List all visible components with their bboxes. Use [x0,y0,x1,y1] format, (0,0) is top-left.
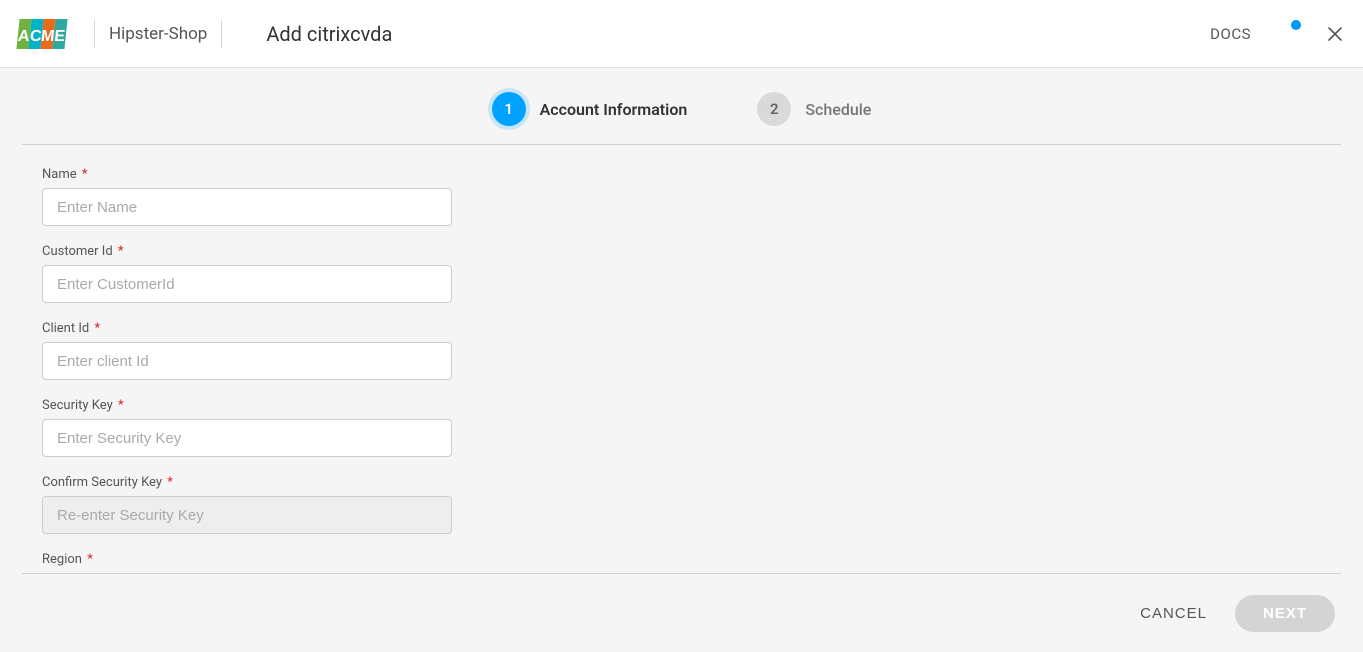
step-label: Schedule [805,100,871,119]
field-label: Customer Id * [42,244,452,259]
required-marker: * [94,321,100,336]
field-label: Name * [42,167,452,182]
next-button[interactable]: NEXT [1235,595,1335,632]
step-account-information[interactable]: 1 Account Information [492,92,688,126]
required-marker: * [82,167,88,182]
notification-dot-icon [1291,20,1301,30]
required-marker: * [118,244,124,259]
svg-text:E: E [54,27,67,45]
customer-id-input[interactable] [42,265,452,303]
required-marker: * [87,552,93,567]
acme-logo[interactable]: A C M E [10,10,80,58]
workspace-name[interactable]: Hipster-Shop [109,24,207,44]
form-scroll-area[interactable]: Name * Customer Id * Client Id * Securit… [22,145,1341,573]
field-label: Confirm Security Key * [42,475,452,490]
step-number-badge: 2 [757,92,791,126]
field-region: Region * [42,552,452,573]
label-text: Client Id [42,321,89,336]
field-name: Name * [42,167,452,226]
stepper: 1 Account Information 2 Schedule [0,68,1363,144]
close-icon[interactable] [1327,26,1343,42]
step-label: Account Information [540,100,688,119]
field-label: Client Id * [42,321,452,336]
client-id-input[interactable] [42,342,452,380]
field-customer-id: Customer Id * [42,244,452,303]
security-key-input[interactable] [42,419,452,457]
field-client-id: Client Id * [42,321,452,380]
field-label: Region * [42,552,452,567]
required-marker: * [167,475,173,490]
cancel-button[interactable]: CANCEL [1140,605,1207,622]
step-number-badge: 1 [492,92,526,126]
label-text: Confirm Security Key [42,475,162,490]
field-confirm-security-key: Confirm Security Key * [42,475,452,534]
docs-link[interactable]: DOCS [1210,25,1251,43]
field-security-key: Security Key * [42,398,452,457]
required-marker: * [118,398,124,413]
confirm-security-key-input[interactable] [42,496,452,534]
label-text: Customer Id [42,244,113,259]
name-input[interactable] [42,188,452,226]
label-text: Name [42,167,77,182]
step-schedule[interactable]: 2 Schedule [757,92,871,126]
label-text: Region [42,552,82,567]
app-header: A C M E Hipster-Shop Add citrixcvda DOCS [0,0,1363,68]
form-body: Name * Customer Id * Client Id * Securit… [22,144,1341,574]
header-divider [221,20,222,48]
field-label: Security Key * [42,398,452,413]
label-text: Security Key [42,398,113,413]
notification-icon[interactable] [1279,24,1299,44]
header-divider [94,20,95,48]
footer-actions: CANCEL NEXT [0,574,1363,652]
page-title: Add citrixcvda [266,22,392,46]
